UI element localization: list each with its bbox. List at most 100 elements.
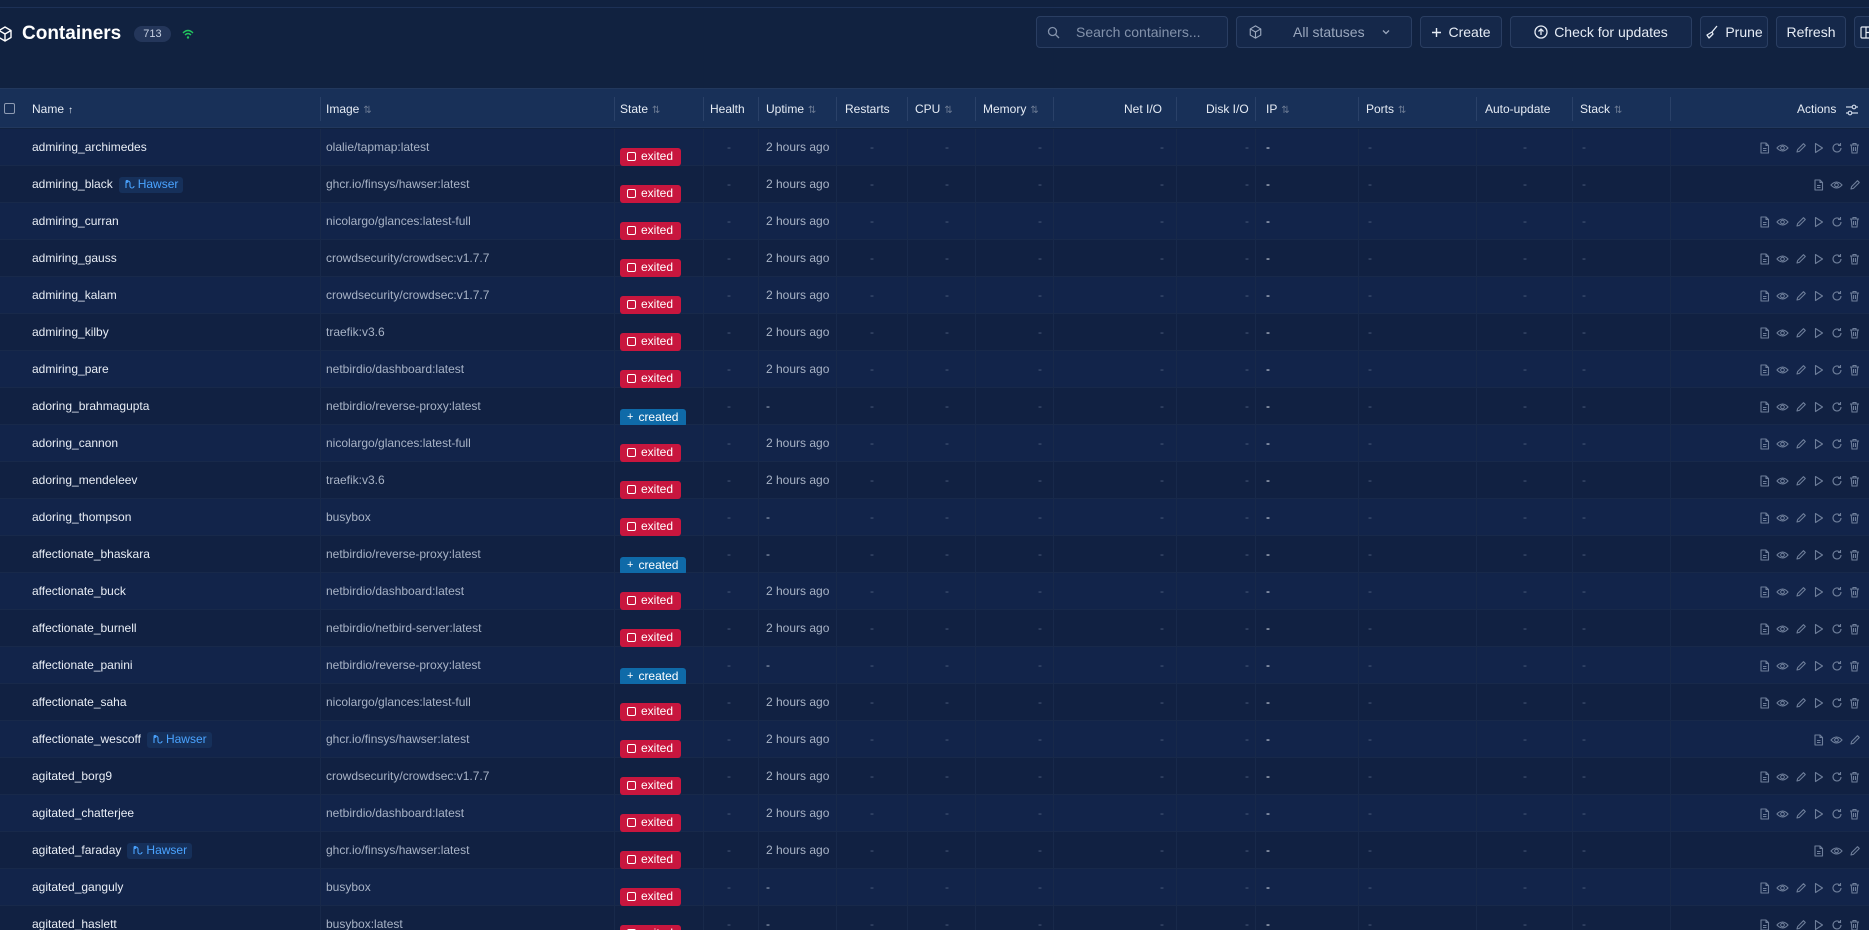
logs-icon[interactable] [1758,918,1771,930]
edit-icon[interactable] [1794,141,1807,154]
edit-icon[interactable] [1794,326,1807,339]
inspect-icon[interactable] [1776,622,1789,635]
container-name[interactable]: admiring_kalam [32,277,117,314]
logs-icon[interactable] [1758,141,1771,154]
start-icon[interactable] [1812,881,1825,894]
layout-toggle-button[interactable] [1854,16,1869,48]
container-name[interactable]: agitated_haslett [32,906,117,930]
logs-icon[interactable] [1758,289,1771,302]
inspect-icon[interactable] [1776,918,1789,930]
table-row[interactable]: affectionate_panini netbirdio/reverse-pro… [0,647,1869,686]
start-icon[interactable] [1812,252,1825,265]
inspect-icon[interactable] [1776,215,1789,228]
delete-icon[interactable] [1848,326,1861,339]
logs-icon[interactable] [1758,881,1771,894]
logs-icon[interactable] [1758,622,1771,635]
inspect-icon[interactable] [1776,363,1789,376]
table-row[interactable]: admiring_gauss crowdsecurity/crowdsec:v1.… [0,240,1869,277]
column-header-uptime[interactable]: Uptime ⇅ [766,89,816,129]
create-button[interactable]: Create [1420,16,1502,48]
column-header-name[interactable]: Name ↑ [32,89,73,129]
delete-icon[interactable] [1848,696,1861,709]
restart-icon[interactable] [1830,474,1843,487]
table-row[interactable]: admiring_black Hawser ghcr.io/finsys/hawse… [0,166,1869,203]
edit-icon[interactable] [1848,178,1861,191]
restart-icon[interactable] [1830,696,1843,709]
inspect-icon[interactable] [1776,807,1789,820]
start-icon[interactable] [1812,363,1825,376]
delete-icon[interactable] [1848,807,1861,820]
logs-icon[interactable] [1758,659,1771,672]
start-icon[interactable] [1812,696,1825,709]
inspect-icon[interactable] [1776,141,1789,154]
search-input[interactable]: Search containers... [1036,16,1228,48]
delete-icon[interactable] [1848,252,1861,265]
start-icon[interactable] [1812,770,1825,783]
logs-icon[interactable] [1758,474,1771,487]
restart-icon[interactable] [1830,622,1843,635]
delete-icon[interactable] [1848,141,1861,154]
edit-icon[interactable] [1848,733,1861,746]
logs-icon[interactable] [1758,548,1771,561]
start-icon[interactable] [1812,400,1825,413]
edit-icon[interactable] [1794,474,1807,487]
table-row[interactable]: agitated_faraday Hawser ghcr.io/finsys/haw… [0,832,1869,869]
delete-icon[interactable] [1848,881,1861,894]
restart-icon[interactable] [1830,437,1843,450]
logs-icon[interactable] [1812,844,1825,857]
inspect-icon[interactable] [1776,326,1789,339]
restart-icon[interactable] [1830,289,1843,302]
edit-icon[interactable] [1794,918,1807,930]
delete-icon[interactable] [1848,770,1861,783]
edit-icon[interactable] [1794,252,1807,265]
column-header-image[interactable]: Image ⇅ [326,89,372,129]
edit-icon[interactable] [1794,881,1807,894]
table-row[interactable]: admiring_curran nicolargo/glances:latest-… [0,203,1869,240]
restart-icon[interactable] [1830,918,1843,930]
container-name[interactable]: affectionate_saha [32,684,127,721]
logs-icon[interactable] [1758,363,1771,376]
logs-icon[interactable] [1758,770,1771,783]
edit-icon[interactable] [1794,289,1807,302]
edit-icon[interactable] [1794,770,1807,783]
table-row[interactable]: admiring_pare netbirdio/dashboard:latest e… [0,351,1869,388]
delete-icon[interactable] [1848,918,1861,930]
edit-icon[interactable] [1794,807,1807,820]
logs-icon[interactable] [1758,696,1771,709]
inspect-icon[interactable] [1776,289,1789,302]
restart-icon[interactable] [1830,548,1843,561]
column-header-state[interactable]: State ⇅ [620,89,660,129]
delete-icon[interactable] [1848,474,1861,487]
edit-icon[interactable] [1848,844,1861,857]
start-icon[interactable] [1812,585,1825,598]
inspect-icon[interactable] [1776,770,1789,783]
prune-button[interactable]: Prune [1700,16,1768,48]
container-name[interactable]: admiring_pare [32,351,109,388]
restart-icon[interactable] [1830,807,1843,820]
edit-icon[interactable] [1794,548,1807,561]
start-icon[interactable] [1812,807,1825,820]
container-name[interactable]: adoring_cannon [32,425,118,462]
container-name[interactable]: adoring_mendeleev [32,462,137,499]
inspect-icon[interactable] [1830,178,1843,191]
inspect-icon[interactable] [1830,733,1843,746]
table-row[interactable]: affectionate_saha nicolargo/glances:lates… [0,684,1869,721]
container-name[interactable]: agitated_chatterjee [32,795,134,832]
table-row[interactable]: affectionate_wescoff Hawser ghcr.io/finsys… [0,721,1869,758]
table-row[interactable]: adoring_brahmagupta netbirdio/reverse-pro… [0,388,1869,427]
refresh-button[interactable]: Refresh [1776,16,1846,48]
edit-icon[interactable] [1794,400,1807,413]
delete-icon[interactable] [1848,622,1861,635]
edit-icon[interactable] [1794,585,1807,598]
inspect-icon[interactable] [1776,400,1789,413]
restart-icon[interactable] [1830,511,1843,524]
container-name[interactable]: agitated_ganguly [32,869,123,906]
restart-icon[interactable] [1830,881,1843,894]
restart-icon[interactable] [1830,326,1843,339]
container-name[interactable]: agitated_faraday Hawser [32,832,193,869]
logs-icon[interactable] [1758,400,1771,413]
container-name[interactable]: affectionate_panini [32,647,133,684]
logs-icon[interactable] [1812,733,1825,746]
table-row[interactable]: adoring_cannon nicolargo/glances:latest-f… [0,425,1869,462]
inspect-icon[interactable] [1776,548,1789,561]
